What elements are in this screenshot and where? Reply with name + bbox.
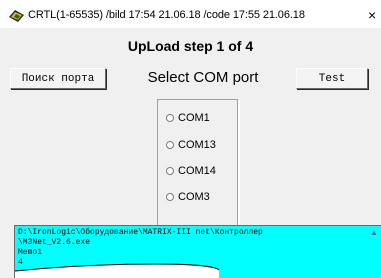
app-logo-icon: [9, 10, 24, 22]
memo-line: Memo1: [18, 248, 43, 257]
radio-button-icon[interactable]: [166, 167, 174, 175]
radio-option-com14[interactable]: COM14: [166, 164, 216, 178]
memo-white-curve: [15, 263, 220, 278]
memo-log[interactable]: D:\IronLogic\Оборудование\MATRIX-III net…: [14, 225, 381, 278]
radio-option-com13[interactable]: COM13: [166, 138, 216, 152]
search-port-button[interactable]: Поиск порта: [10, 68, 106, 89]
radio-label: COM1: [178, 112, 210, 124]
com-port-radio-group: COM1 COM13 COM14 COM3: [157, 99, 239, 239]
radio-button-icon[interactable]: [166, 141, 174, 149]
radio-label: COM14: [178, 165, 216, 177]
radio-button-icon[interactable]: [166, 193, 174, 201]
memo-line: D:\IronLogic\Оборудование\MATRIX-III net…: [18, 228, 263, 237]
radio-label: COM13: [178, 139, 216, 151]
radio-button-icon[interactable]: [166, 114, 174, 122]
memo-line: \M3Net_V2.6.exe: [18, 238, 91, 247]
memo-scrollbar[interactable]: ▲: [367, 226, 381, 278]
dialog-client-area: UpLoad step 1 of 4 Поиск порта Select CO…: [0, 28, 381, 278]
radio-label: COM3: [178, 191, 210, 203]
close-button[interactable]: ×: [368, 6, 381, 24]
test-button[interactable]: Test: [296, 68, 368, 89]
close-icon: ×: [368, 7, 377, 23]
window-titlebar: CRTL(1-65535) /bild 17:54 21.06.18 /code…: [0, 0, 381, 28]
window-title: CRTL(1-65535) /bild 17:54 21.06.18 /code…: [28, 9, 305, 21]
radio-option-com3[interactable]: COM3: [166, 190, 210, 204]
step-title: UpLoad step 1 of 4: [127, 38, 254, 54]
select-com-port-heading: Select COM port: [147, 69, 259, 86]
scroll-up-arrow-icon[interactable]: ▲: [370, 229, 378, 237]
radio-option-com1[interactable]: COM1: [166, 111, 210, 125]
